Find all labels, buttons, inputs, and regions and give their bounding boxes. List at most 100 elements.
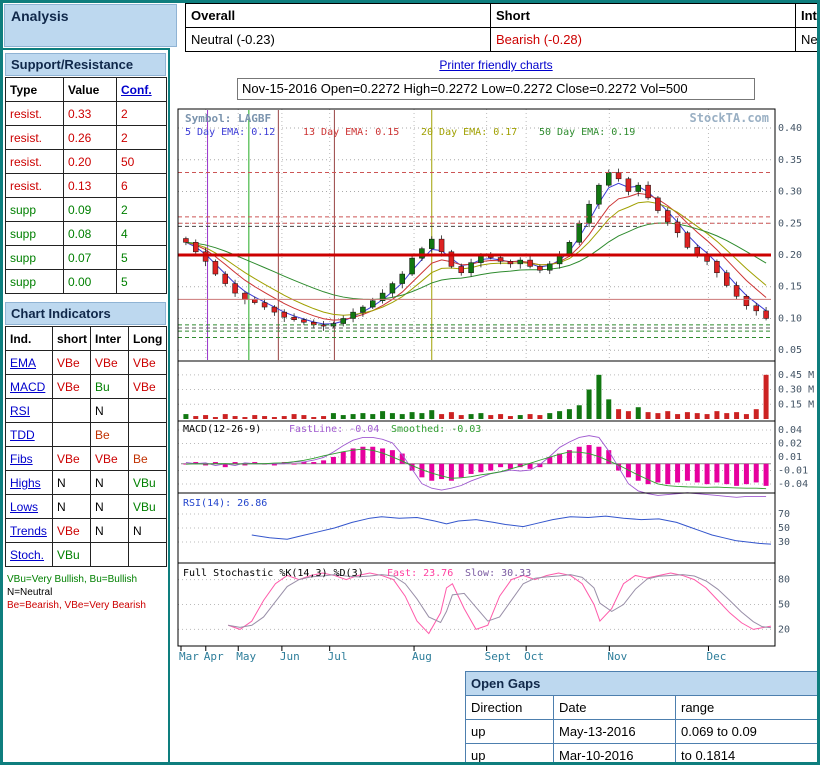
indicator-legend: VBu=Very Bullish, Bu=Bullish N=Neutral B… [5, 573, 166, 612]
sr-conf: 50 [117, 150, 167, 174]
indicator-link-lows[interactable]: Lows [10, 500, 38, 514]
svg-text:13 Day EMA: 0.15: 13 Day EMA: 0.15 [303, 127, 399, 138]
ci-name: TDD [6, 423, 53, 447]
sr-type: resist. [6, 150, 64, 174]
ci-short: VBu [53, 543, 91, 567]
sr-value: 0.33 [64, 102, 117, 126]
ci-short: VBe [53, 519, 91, 543]
page-title: Analysis [4, 4, 177, 47]
chart-indicators-title: Chart Indicators [5, 302, 166, 325]
summary-value-intermediate: Ne [796, 28, 820, 52]
svg-text:Oct: Oct [524, 650, 544, 663]
svg-text:Symbol: LAGBF: Symbol: LAGBF [185, 112, 271, 125]
table-row: supp 0.00 5 [6, 270, 167, 294]
quote-box: Nov-15-2016 Open=0.2272 High=0.2272 Low=… [237, 78, 755, 100]
ci-long [129, 399, 167, 423]
ci-inter: N [91, 399, 129, 423]
gaps-header-date: Date [554, 696, 676, 720]
ci-long: VBe [129, 375, 167, 399]
ci-header-long: Long [129, 327, 167, 351]
svg-text:0.40: 0.40 [778, 123, 802, 134]
indicator-link-ema[interactable]: EMA [10, 356, 36, 370]
open-gaps-header-row: Direction Date range [466, 696, 818, 720]
ci-long: Be [129, 447, 167, 471]
ci-inter: Be [91, 423, 129, 447]
svg-text:20: 20 [778, 624, 790, 635]
sidebar: Support/Resistance Type Value Conf. resi… [5, 53, 166, 612]
summary-value-row: Neutral (-0.23) Bearish (-0.28) Ne [186, 28, 820, 52]
ci-inter: N [91, 519, 129, 543]
table-row: RSI N [6, 399, 167, 423]
indicator-link-trends[interactable]: Trends [10, 524, 47, 538]
table-row: resist. 0.26 2 [6, 126, 167, 150]
open-gaps-table: Open Gaps Direction Date range up May-13… [465, 671, 818, 765]
sr-conf: 4 [117, 222, 167, 246]
table-row: MACD VBe Bu VBe [6, 375, 167, 399]
svg-text:50 Day EMA: 0.19: 50 Day EMA: 0.19 [539, 127, 635, 138]
ci-name: Lows [6, 495, 53, 519]
sr-value: 0.08 [64, 222, 117, 246]
main-chart-area: Printer friendly charts Nov-15-2016 Open… [175, 53, 817, 765]
gap-date: May-13-2016 [554, 720, 676, 744]
table-row: Lows N N VBu [6, 495, 167, 519]
sr-conf: 6 [117, 174, 167, 198]
support-resistance-title: Support/Resistance [5, 53, 166, 76]
summary-header-overall: Overall [186, 4, 491, 28]
ci-header-short: short [53, 327, 91, 351]
svg-text:0.02: 0.02 [778, 439, 802, 450]
svg-text:0.25: 0.25 [778, 218, 802, 229]
svg-text:RSI(14): 26.86: RSI(14): 26.86 [183, 498, 267, 509]
sr-type: resist. [6, 174, 64, 198]
sr-value: 0.00 [64, 270, 117, 294]
ci-long: VBe [129, 351, 167, 375]
indicator-link-highs[interactable]: Highs [10, 476, 41, 490]
open-gaps-title: Open Gaps [466, 672, 818, 696]
indicator-link-stoch[interactable]: Stoch. [10, 548, 44, 562]
table-row: Trends VBe N N [6, 519, 167, 543]
sr-type: supp [6, 198, 64, 222]
ci-short [53, 423, 91, 447]
svg-text:MACD(12-26-9): MACD(12-26-9) [183, 424, 261, 435]
svg-text:FastLine: -0.04: FastLine: -0.04 [289, 424, 379, 435]
indicator-link-macd[interactable]: MACD [10, 380, 45, 394]
chart-indicators-table: Ind. short Inter Long EMA VBe VBe VBe MA… [5, 326, 167, 567]
ci-inter: N [91, 495, 129, 519]
svg-text:Smoothed: -0.03: Smoothed: -0.03 [391, 424, 481, 435]
svg-text:20 Day EMA: 0.17: 20 Day EMA: 0.17 [421, 127, 517, 138]
gap-range: to 0.1814 [676, 744, 818, 765]
table-row: supp 0.07 5 [6, 246, 167, 270]
ci-name: EMA [6, 351, 53, 375]
sr-conf: 5 [117, 270, 167, 294]
summary-header-row: Overall Short Inte [186, 4, 820, 28]
svg-text:0.30: 0.30 [778, 187, 802, 198]
svg-text:0.15: 0.15 [778, 282, 802, 293]
printer-friendly-link[interactable]: Printer friendly charts [439, 58, 552, 72]
sr-header-value: Value [64, 78, 117, 102]
indicator-link-tdd[interactable]: TDD [10, 428, 35, 442]
legend-bearish: Be=Bearish, VBe=Very Bearish [7, 599, 166, 612]
sr-value: 0.13 [64, 174, 117, 198]
conf-link[interactable]: Conf. [121, 83, 152, 97]
sr-type: resist. [6, 102, 64, 126]
ci-long: N [129, 519, 167, 543]
summary-value-overall: Neutral (-0.23) [186, 28, 491, 52]
svg-text:0.01: 0.01 [778, 452, 802, 463]
svg-text:Full Stochastic %K(14,3) %D(3): Full Stochastic %K(14,3) %D(3) [183, 568, 364, 579]
svg-text:Fast: 23.76: Fast: 23.76 [387, 568, 453, 579]
gap-direction: up [466, 744, 554, 765]
sr-header-row: Type Value Conf. [6, 78, 167, 102]
sr-conf: 2 [117, 198, 167, 222]
indicator-link-fibs[interactable]: Fibs [10, 452, 33, 466]
indicator-link-rsi[interactable]: RSI [10, 404, 30, 418]
printer-link-row: Printer friendly charts [175, 53, 817, 72]
svg-text:0.20: 0.20 [778, 250, 802, 261]
analysis-page: Analysis Overall Short Inte Neutral (-0.… [0, 0, 820, 765]
sr-value: 0.20 [64, 150, 117, 174]
sr-header-type: Type [6, 78, 64, 102]
ci-name: RSI [6, 399, 53, 423]
svg-text:0.05: 0.05 [778, 345, 802, 356]
ci-long: VBu [129, 471, 167, 495]
svg-text:80: 80 [778, 575, 790, 586]
svg-text:0.45 M: 0.45 M [778, 370, 814, 381]
ci-name: Highs [6, 471, 53, 495]
